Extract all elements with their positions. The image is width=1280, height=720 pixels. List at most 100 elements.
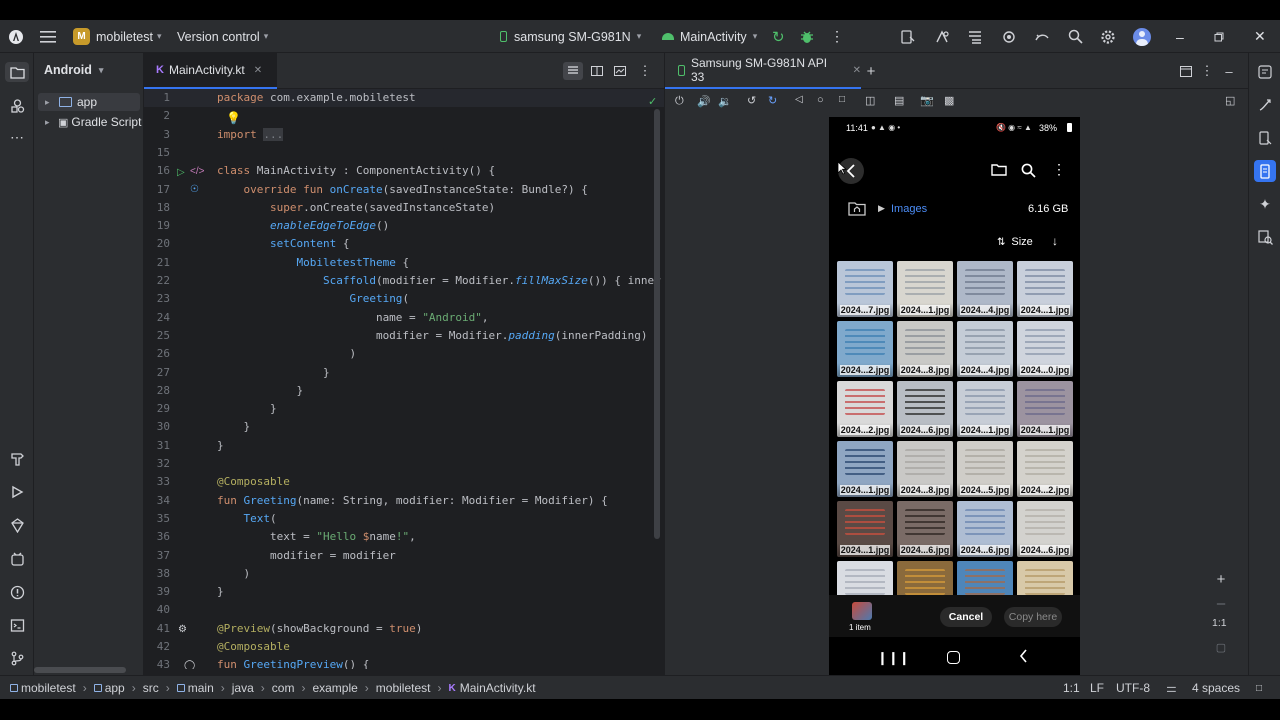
code-line[interactable]: 23 Greeting( [144,290,664,308]
image-thumbnail[interactable]: 2024...8.jpg [897,321,953,377]
code-line[interactable]: 41 @Preview(showBackground = true) [144,620,664,638]
restore-icon[interactable] [1214,20,1226,53]
resource-manager-icon[interactable] [7,95,27,115]
hide-panel-icon[interactable]: – [1221,62,1237,80]
volume-up-icon[interactable]: 🔊 [697,95,711,108]
lock-icon[interactable]: □ [1256,676,1262,700]
notifications-icon[interactable] [1255,62,1275,82]
volume-down-icon[interactable]: 🔉 [718,95,732,108]
running-devices-icon[interactable] [1254,160,1276,182]
vcs-selector[interactable]: Version control ▾ [177,20,268,53]
code-line[interactable]: 40 [144,601,664,619]
lightbulb-icon[interactable]: 💡 [226,111,241,125]
ai-sparkle-icon[interactable]: ✦ [1255,194,1275,214]
tab-samsung-device[interactable]: Samsung SM-G981N API 33 ✕ [665,53,861,89]
preview-settings-gutter-icon[interactable]: ⚙ [178,624,187,635]
layout-inspector-icon[interactable] [1255,227,1275,247]
code-line[interactable]: 36 text = "Hello $name!", [144,528,664,546]
breadcrumb-item[interactable]: mobiletest [376,681,431,695]
avatar[interactable] [1133,20,1151,53]
project-selector[interactable]: M mobiletest ▾ [73,20,162,53]
tree-item-gradle-scripts[interactable]: ▸ ▣ Gradle Script [38,113,144,131]
image-thumbnail[interactable]: 2024...5.jpg [957,441,1013,497]
image-thumbnail[interactable]: 2024...6.jpg [957,501,1013,557]
image-thumbnail[interactable] [957,561,1013,595]
zoom-actual-size[interactable]: 1:1 [1212,617,1227,629]
code-line[interactable]: 33 @Composable [144,473,664,491]
image-thumbnail[interactable]: 2024...2.jpg [837,321,893,377]
project-folder-icon[interactable] [5,62,29,82]
cancel-button[interactable]: Cancel [940,607,992,627]
code-line[interactable]: 18 super.onCreate(savedInstanceState) [144,199,664,217]
code-area[interactable]: 1 package com.example.mobiletest 2 3 import … [144,89,664,669]
image-thumbnail[interactable]: 2024...0.jpg [1017,321,1073,377]
image-thumbnail[interactable]: 2024...6.jpg [897,501,953,557]
code-line[interactable]: 1 package com.example.mobiletest [144,89,664,107]
new-folder-icon[interactable] [991,163,1007,179]
copy-here-button[interactable]: Copy here [1004,607,1062,627]
breadcrumb-item[interactable]: MainActivity.kt [460,681,536,695]
android-studio-logo-icon[interactable] [8,20,26,53]
structure-icon[interactable] [967,20,985,53]
tree-item-app[interactable]: ▸ app [38,93,140,111]
code-line[interactable]: 17 override fun onCreate(savedInstanceSt… [144,181,664,199]
code-line[interactable]: 19 enableEdgeToEdge() [144,217,664,235]
zoom-in-icon[interactable]: + [1213,571,1229,588]
code-line[interactable]: 32 [144,455,664,473]
image-thumbnail[interactable]: 2024...6.jpg [1017,501,1073,557]
more-actions-icon[interactable]: ⋮ [830,20,844,53]
split-view-icon[interactable] [587,62,607,80]
code-line[interactable]: 31} [144,437,664,455]
storage-home-icon[interactable] [848,201,866,219]
code-line[interactable]: 38 ) [144,565,664,583]
screen-record-icon[interactable]: ▩ [944,94,954,107]
image-thumbnail[interactable]: 2024...4.jpg [957,261,1013,317]
no-problems-check-icon[interactable]: ✓ [648,95,657,108]
override-gutter-icon[interactable]: ☉ [190,184,199,195]
back-icon[interactable]: ◁ [795,94,803,105]
close-tab-icon[interactable]: ✕ [254,65,262,76]
run-gutter-icon[interactable]: ▷ [177,167,185,178]
preview-gutter-icon[interactable]: ◯ [184,660,195,669]
panel-options-icon[interactable]: ⋮ [1201,62,1214,80]
indent-setting[interactable]: 4 spaces [1192,676,1240,700]
breadcrumb-item[interactable]: app [105,681,125,695]
breadcrumb-item[interactable]: com [272,681,295,695]
breadcrumb-item[interactable]: mobiletest [21,681,76,695]
overview-icon[interactable]: □ [839,94,845,105]
minimize-icon[interactable]: – [1176,20,1188,53]
main-menu-icon[interactable] [40,20,58,53]
app-quality-insights-icon[interactable] [7,515,27,535]
editor-more-icon[interactable]: ⋮ [639,62,652,80]
build-hammer-icon[interactable] [7,448,27,468]
current-folder-link[interactable]: Images [891,203,927,215]
code-line[interactable]: 3 import ... [144,126,664,144]
code-line[interactable]: 28 } [144,382,664,400]
image-thumbnail[interactable]: 2024...1.jpg [897,261,953,317]
image-thumbnail[interactable]: 2024...1.jpg [837,441,893,497]
sdk-manager-icon[interactable] [934,20,952,53]
image-thumbnail[interactable]: 2024...2.jpg [1017,441,1073,497]
apply-changes-icon[interactable]: ↻ [772,20,788,53]
image-thumbnail[interactable]: 2024...2.jpg [837,381,893,437]
layout-toggle-icon[interactable] [1178,63,1194,79]
zoom-to-fit-icon[interactable]: ▢ [1213,639,1229,655]
breadcrumb-item[interactable]: example [312,681,357,695]
code-line[interactable]: 16 class MainActivity : ComponentActivity… [144,162,664,180]
problems-icon[interactable] [7,582,27,602]
code-line[interactable]: 2 [144,107,664,125]
code-line[interactable]: 24 name = "Android", [144,309,664,327]
more-tools-icon[interactable]: ⋯ [7,127,27,147]
recent-apps-icon[interactable]: ❙❙❙ [877,650,910,666]
line-separator[interactable]: LF [1090,676,1104,700]
sync-gradle-icon[interactable] [1034,20,1052,53]
rotate-right-icon[interactable]: ↻ [768,94,777,107]
code-line[interactable]: 15 [144,144,664,162]
vertical-scrollbar[interactable] [654,109,660,539]
image-thumbnail[interactable]: 2024...1.jpg [1017,381,1073,437]
code-line[interactable]: 27 } [144,364,664,382]
code-line[interactable]: 25 modifier = Modifier.padding(innerPadd… [144,327,664,345]
run-icon[interactable] [7,482,27,502]
close-tab-icon[interactable]: ✕ [853,65,861,76]
sort-direction-icon[interactable]: ↓ [1052,234,1058,248]
